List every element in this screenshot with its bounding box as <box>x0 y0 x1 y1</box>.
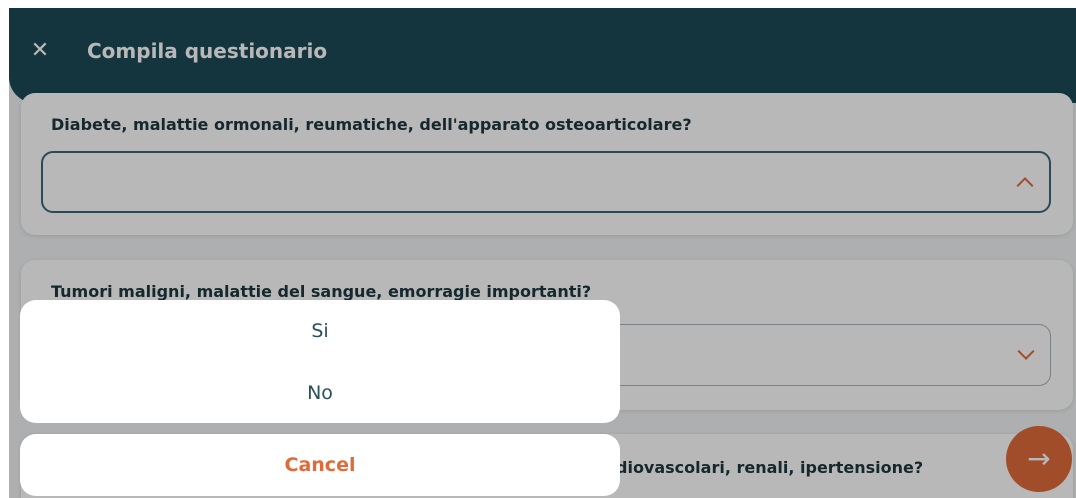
app-screen: ✕ Compila questionario Diabete, malattie… <box>9 8 1076 498</box>
option-si[interactable]: Si <box>20 306 620 356</box>
cancel-button[interactable]: Cancel <box>20 434 620 496</box>
modal-backdrop[interactable] <box>9 8 1076 498</box>
action-sheet: Si No <box>20 300 620 423</box>
option-no[interactable]: No <box>20 368 620 418</box>
